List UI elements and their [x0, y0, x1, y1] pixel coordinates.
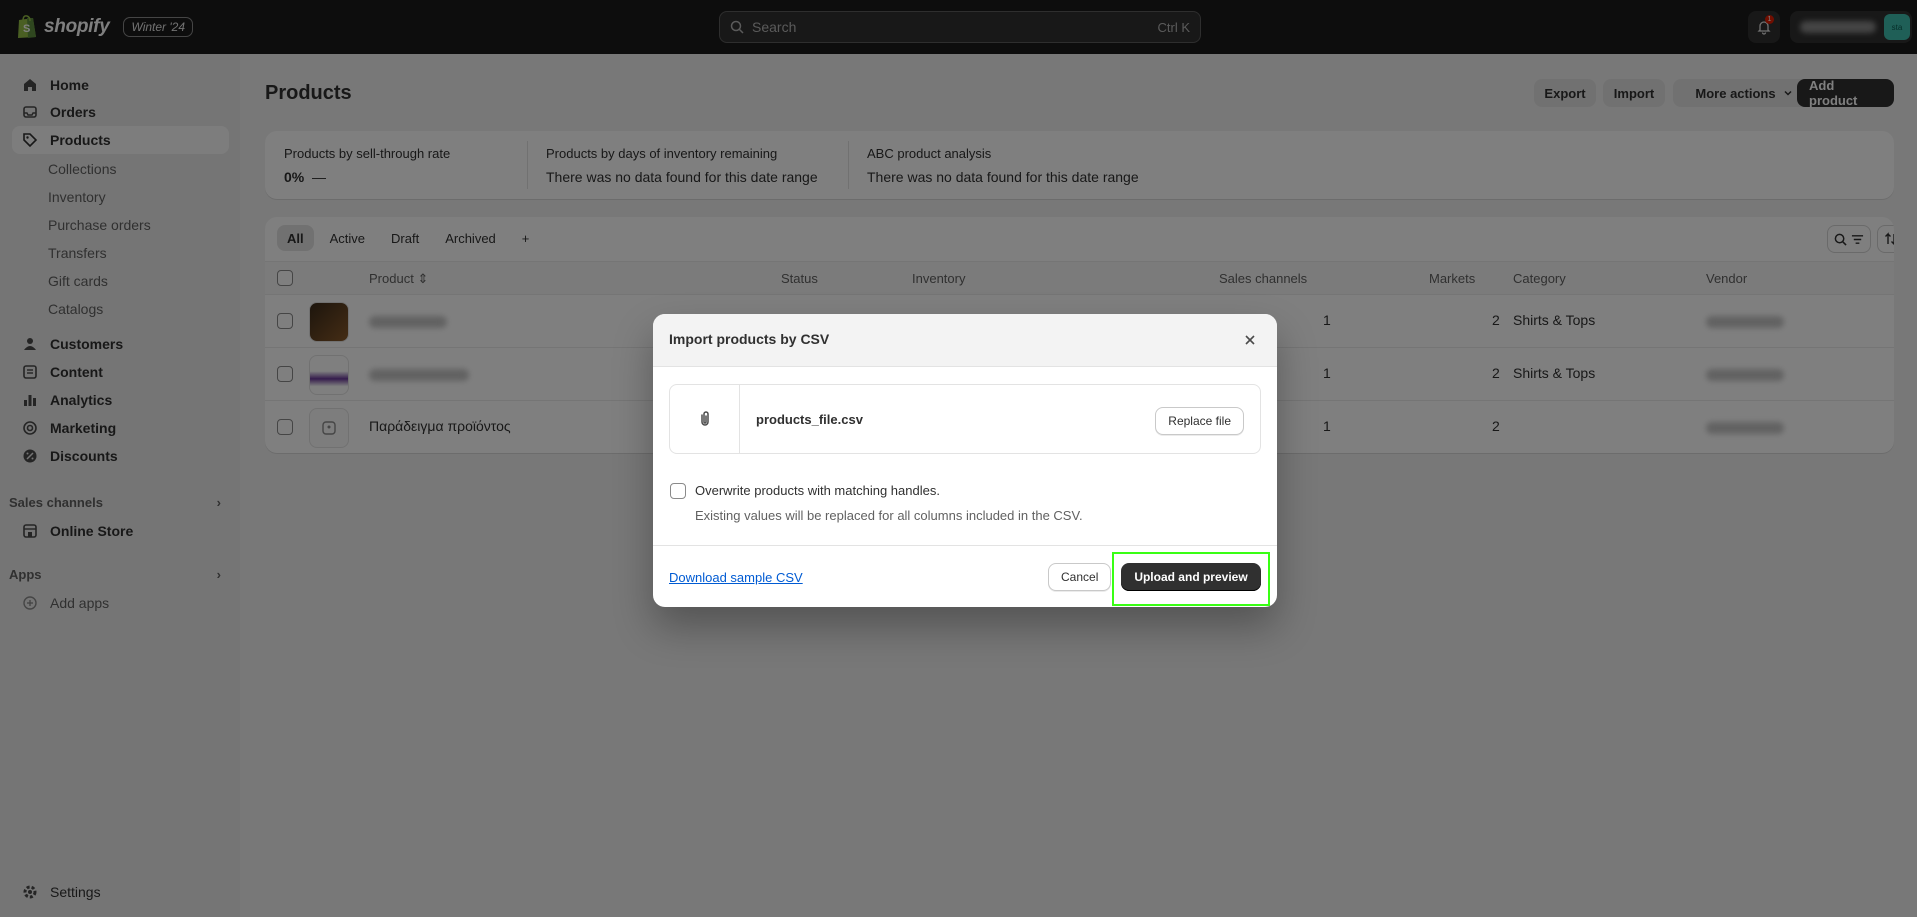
selected-file: products_file.csv Replace file — [669, 384, 1261, 454]
download-sample-csv-link[interactable]: Download sample CSV — [669, 570, 803, 585]
file-icon-cell — [670, 385, 740, 453]
import-csv-modal: Import products by CSV products_file.csv… — [653, 314, 1277, 607]
modal-footer: Download sample CSV Cancel Upload and pr… — [653, 545, 1277, 607]
paperclip-icon — [700, 411, 709, 426]
modal-title: Import products by CSV — [669, 331, 830, 347]
file-name: products_file.csv — [756, 412, 863, 427]
overwrite-checkbox[interactable] — [670, 483, 686, 499]
close-icon — [1245, 335, 1255, 345]
overwrite-help-text: Existing values will be replaced for all… — [695, 508, 1083, 523]
close-button[interactable] — [1241, 331, 1259, 349]
overwrite-label[interactable]: Overwrite products with matching handles… — [695, 483, 940, 498]
cancel-button[interactable]: Cancel — [1048, 563, 1112, 591]
upload-and-preview-button[interactable]: Upload and preview — [1121, 563, 1261, 591]
modal-header: Import products by CSV — [653, 314, 1277, 367]
replace-file-button[interactable]: Replace file — [1155, 407, 1244, 435]
